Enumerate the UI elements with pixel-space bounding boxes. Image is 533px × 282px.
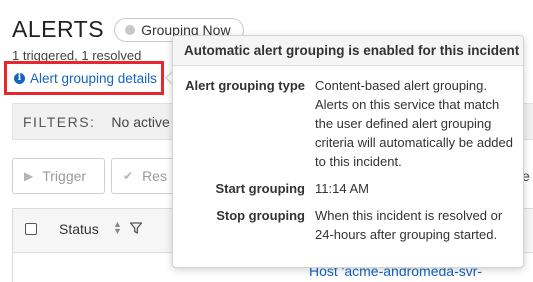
popover-title: Automatic alert grouping is enabled for … [173,36,523,66]
sort-icon[interactable]: ▲ ▼ [113,220,122,236]
alert-grouping-details-link[interactable]: i Alert grouping details [4,61,164,95]
status-column-header[interactable]: Status [59,221,99,237]
filter-icon[interactable] [129,221,143,235]
filters-value: No active f [111,113,178,130]
trigger-button[interactable]: ▶ Trigger [12,158,105,194]
status-dot-icon [125,24,136,35]
select-all-checkbox[interactable] [25,223,37,235]
alert-grouping-popover: Automatic alert grouping is enabled for … [172,35,524,268]
start-grouping-value: 11:14 AM [315,181,369,196]
filters-label: FILTERS: [23,113,96,130]
start-grouping-label: Start grouping [215,181,305,196]
trigger-button-label: Trigger [42,168,87,184]
play-icon: ▶ [24,169,34,183]
grouping-type-label: Alert grouping type [185,78,305,93]
incident-page: ALERTS Grouping Now 1 triggered, 1 resol… [0,0,533,282]
alert-grouping-details-label: Alert grouping details [30,70,157,86]
stop-grouping-value: When this incident is resolved or 24-hou… [315,208,503,242]
resolve-button-label: Res [142,168,167,184]
grouping-type-value: Content-based alert grouping. Alerts on … [315,78,513,169]
info-icon: i [14,72,25,84]
table-left-border [12,208,13,282]
alerts-title: ALERTS [12,16,105,42]
stop-grouping-label: Stop grouping [216,208,305,223]
check-icon: ✔ [123,169,134,183]
